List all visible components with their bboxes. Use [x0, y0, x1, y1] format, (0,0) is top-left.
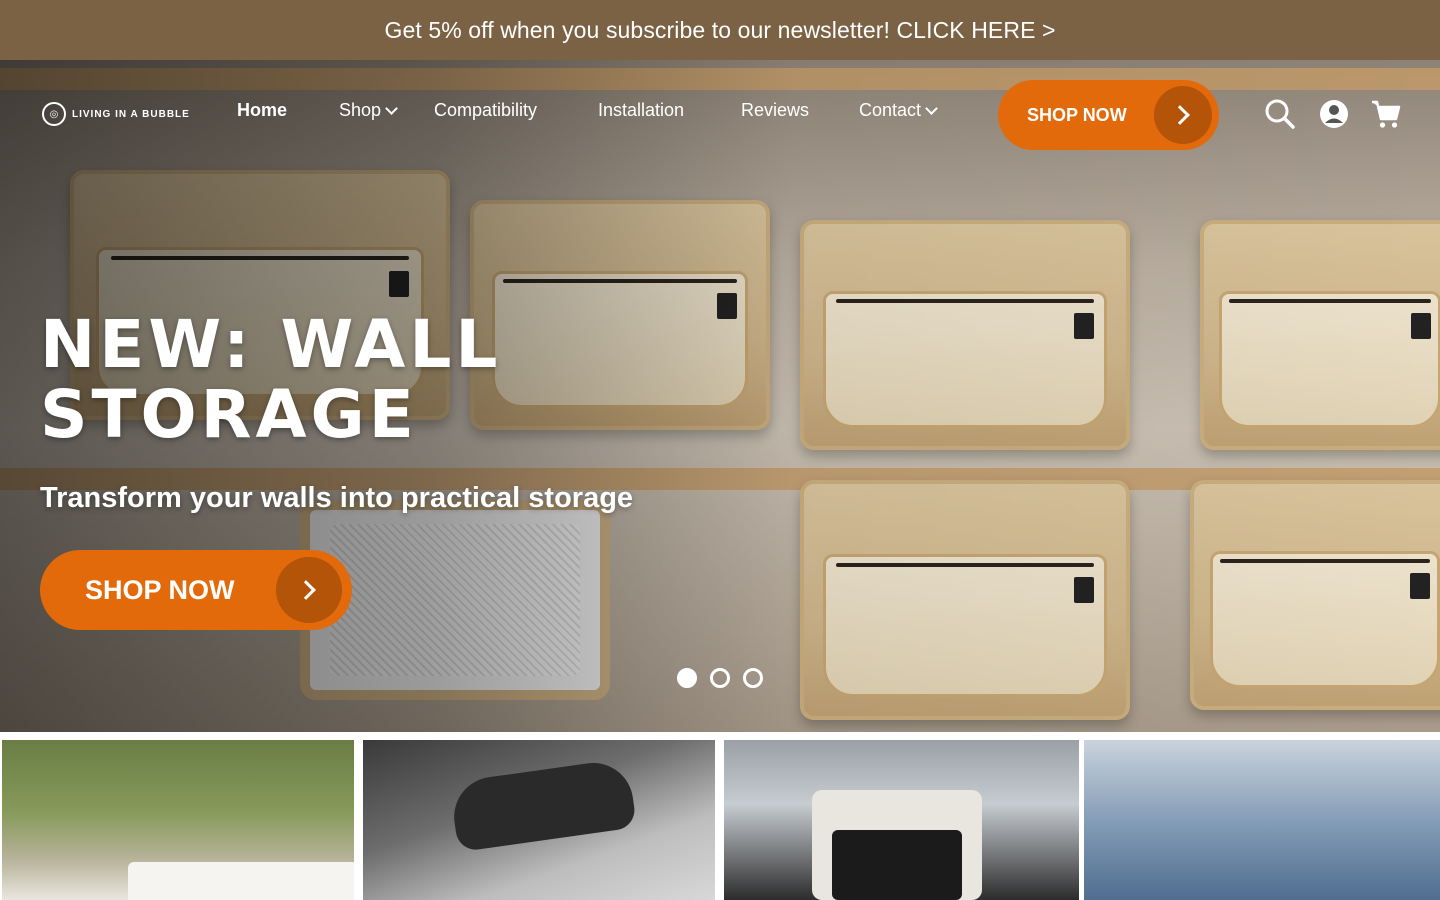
logo-text: LIVING IN A BUBBLE [72, 108, 190, 120]
account-icon[interactable] [1318, 98, 1350, 130]
arrow-circle-icon [1154, 86, 1212, 144]
nav-item-installation[interactable]: Installation [598, 100, 684, 121]
nav-label: Installation [598, 100, 685, 120]
brand-logo[interactable]: ◎ LIVING IN A BUBBLE [42, 102, 190, 126]
chevron-down-icon [925, 102, 938, 115]
carousel-dot-2[interactable] [710, 668, 730, 688]
carousel-dot-1[interactable] [677, 668, 697, 688]
search-icon[interactable] [1264, 98, 1296, 130]
nav-item-home[interactable]: Home [237, 100, 287, 121]
nav-label: Contact [859, 100, 922, 120]
nav-item-compatibility[interactable]: Compatibility [434, 100, 537, 121]
button-label: SHOP NOW [85, 574, 235, 605]
category-tile-image[interactable] [363, 740, 715, 900]
header-shop-now-button[interactable]: SHOP NOW [998, 80, 1219, 150]
nav-item-reviews[interactable]: Reviews [741, 100, 809, 121]
nav-label: Reviews [741, 100, 810, 120]
nav-label: Shop [339, 100, 382, 120]
nav-item-shop[interactable]: Shop [339, 100, 398, 121]
nav-label: Home [237, 100, 288, 120]
category-tile-image[interactable] [724, 740, 1079, 900]
nav-item-contact[interactable]: Contact [859, 100, 938, 121]
category-tile-image[interactable] [1084, 740, 1440, 900]
hero-title-line: NEW: WALL [40, 306, 502, 383]
hero-title: NEW: WALL STORAGE [40, 310, 502, 450]
hero-title-line: STORAGE [40, 376, 418, 453]
nav-label: Compatibility [434, 100, 538, 120]
category-tile-image[interactable] [2, 740, 354, 900]
announcement-text[interactable]: Get 5% off when you subscribe to our new… [384, 17, 1055, 44]
chevron-down-icon [385, 102, 398, 115]
hero-shop-now-button[interactable]: SHOP NOW [40, 550, 352, 630]
arrow-circle-icon [276, 557, 342, 623]
announcement-bar[interactable]: Get 5% off when you subscribe to our new… [0, 0, 1440, 60]
cart-icon[interactable] [1370, 98, 1402, 130]
hero-subtitle: Transform your walls into practical stor… [40, 482, 634, 514]
carousel-dot-3[interactable] [743, 668, 763, 688]
button-label: SHOP NOW [1027, 104, 1127, 125]
bubble-logo-icon: ◎ [42, 102, 66, 126]
